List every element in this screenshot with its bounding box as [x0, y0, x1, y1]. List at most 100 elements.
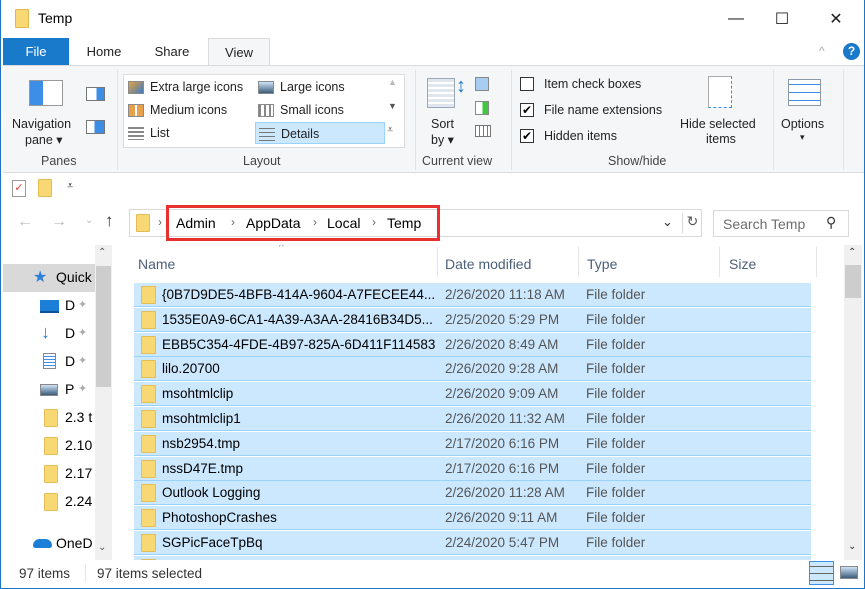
- documents-icon: [43, 353, 56, 369]
- sort-by-label-2: by ▾: [431, 133, 454, 147]
- details-pane-icon[interactable]: [86, 120, 105, 134]
- checkbox-checked[interactable]: ✔: [520, 103, 534, 117]
- forward-button[interactable]: →: [51, 213, 67, 231]
- file-row[interactable]: nssD47E.tmp 2/17/2020 6:16 PM File folder: [134, 456, 811, 481]
- file-row[interactable]: msohtmlclip1 2/26/2020 11:32 AM File folde…: [134, 407, 811, 431]
- tab-share[interactable]: Share: [141, 38, 203, 65]
- tab-file[interactable]: File: [3, 38, 69, 65]
- recent-locations-button[interactable]: ⌄: [85, 215, 93, 226]
- nav-item-documents[interactable]: D ✦: [3, 348, 95, 376]
- quick-access-star-icon: ★: [33, 269, 48, 286]
- nav-item-folder[interactable]: 2.10: [3, 432, 95, 460]
- column-divider[interactable]: [719, 247, 720, 277]
- nav-item-downloads[interactable]: ↓ D ✦: [3, 320, 95, 348]
- column-header-date-modified[interactable]: Date modified: [445, 249, 531, 279]
- scroll-down-arrow[interactable]: ⌄: [98, 542, 106, 553]
- details-view-toggle[interactable]: [809, 561, 834, 585]
- window-title: Temp: [38, 10, 73, 26]
- nav-item-quick-access[interactable]: ★ Quick: [3, 264, 95, 292]
- layout-small-icons[interactable]: Small icons: [258, 99, 344, 121]
- sort-arrows-icon: ↕: [456, 75, 466, 97]
- nav-item-label: D: [65, 353, 76, 369]
- refresh-icon[interactable]: ↻: [682, 213, 702, 233]
- collapse-ribbon-button[interactable]: ^: [819, 44, 825, 58]
- layout-list[interactable]: List: [128, 122, 169, 144]
- help-icon[interactable]: ?: [843, 43, 860, 60]
- navigation-pane-icon: [29, 80, 63, 106]
- nav-item-desktop[interactable]: D ✦: [3, 292, 95, 320]
- file-row[interactable]: Outlook Logging 2/26/2020 11:28 AM File fo…: [134, 481, 811, 506]
- file-row[interactable]: SGPicFaceTpBq 2/24/2020 5:47 PM File folde…: [134, 531, 811, 555]
- customize-toolbar-icon[interactable]: ⩡: [67, 180, 73, 193]
- tab-view[interactable]: View: [208, 38, 270, 65]
- scroll-thumb[interactable]: [96, 266, 111, 387]
- file-row[interactable]: msohtmlclip 2/26/2020 9:09 AM File folder: [134, 382, 811, 407]
- column-header-type[interactable]: Type: [587, 249, 617, 279]
- nav-item-folder[interactable]: 2.17: [3, 460, 95, 488]
- address-dropdown-icon[interactable]: ⌄: [662, 214, 673, 230]
- file-type: File folder: [586, 535, 646, 550]
- scroll-up-arrow[interactable]: ⌃: [848, 247, 856, 258]
- layout-label: List: [150, 126, 170, 140]
- layout-medium-icons[interactable]: Medium icons: [128, 99, 227, 121]
- layout-extra-large-icons[interactable]: Extra large icons: [128, 76, 243, 98]
- column-divider[interactable]: [578, 247, 579, 277]
- checkbox-checked[interactable]: ✔: [520, 129, 534, 143]
- layout-details[interactable]: Details: [255, 122, 385, 144]
- file-row[interactable]: PhotoshopCrashes 2/26/2020 9:11 AM File fo…: [134, 506, 811, 531]
- file-date-modified: 2/26/2020 9:11 AM: [445, 510, 558, 526]
- scroll-thumb[interactable]: [845, 265, 861, 298]
- file-row[interactable]: 1535E0A9-6CA1-4A39-A3AA-28416B34D5... 2/2…: [134, 307, 811, 332]
- preview-pane-icon[interactable]: [86, 87, 105, 101]
- scroll-up-arrow[interactable]: ⌃: [98, 247, 106, 258]
- nav-item-label: 2.3 t: [65, 409, 93, 425]
- navigation-pane-scrollbar[interactable]: ⌃ ⌄: [95, 245, 112, 560]
- nav-item-folder[interactable]: 2.24: [3, 488, 95, 516]
- column-header-name[interactable]: Name: [138, 249, 175, 279]
- tab-home[interactable]: Home: [73, 38, 135, 65]
- gallery-expand[interactable]: ⩡: [387, 124, 393, 137]
- nav-item-folder[interactable]: 2.3 t: [3, 404, 95, 432]
- large-icons-view-toggle[interactable]: [840, 566, 858, 579]
- minimize-button[interactable]: —: [713, 0, 759, 38]
- group-by-button[interactable]: [475, 77, 489, 91]
- pin-icon: ✦: [78, 383, 88, 395]
- checkbox-unchecked[interactable]: [520, 77, 534, 91]
- file-row[interactable]: EBB5C354-4FDE-4B97-825A-6D411F114583 2/26…: [134, 332, 811, 357]
- file-row[interactable]: lilo.20700 2/26/2020 9:28 AM File folder: [134, 357, 811, 382]
- file-row[interactable]: {0B7D9DE5-4BFB-414A-9604-A7FECEE44... 2/2…: [134, 283, 811, 307]
- maximize-button[interactable]: ☐: [759, 0, 805, 38]
- column-divider[interactable]: [437, 247, 438, 277]
- file-list-scrollbar[interactable]: ⌃ ⌄: [844, 245, 862, 560]
- scroll-down-arrow[interactable]: ⌄: [848, 541, 856, 552]
- up-button[interactable]: ↑: [105, 211, 114, 231]
- current-view-group-label: Current view: [422, 154, 493, 168]
- nav-item-onedrive[interactable]: OneD: [3, 530, 95, 558]
- selected-count: 97 items selected: [97, 566, 203, 581]
- search-box[interactable]: Search Temp ⚲: [713, 210, 849, 237]
- size-columns-to-fit-button[interactable]: [475, 125, 491, 137]
- gallery-scroll-down[interactable]: ▼: [388, 101, 397, 111]
- gallery-scroll-up[interactable]: ▲: [388, 77, 397, 87]
- search-input[interactable]: Search Temp: [723, 216, 805, 232]
- layout-large-icons[interactable]: Large icons: [258, 76, 345, 98]
- layout-label: Extra large icons: [150, 80, 244, 94]
- nav-item-pictures[interactable]: P ✦: [3, 376, 95, 404]
- breadcrumb-separator: ›: [158, 215, 162, 229]
- column-divider[interactable]: [816, 247, 817, 277]
- add-columns-button[interactable]: [475, 101, 489, 115]
- folder-icon: [44, 493, 58, 511]
- column-header-size[interactable]: Size: [729, 249, 756, 279]
- nav-item-label: D: [65, 297, 76, 313]
- file-type: File folder: [586, 485, 646, 501]
- navigation-pane-label-2: pane ▾: [25, 133, 63, 147]
- back-button[interactable]: ←: [17, 213, 33, 231]
- explorer-window: Temp — ☐ ✕ File Home Share View ^ ? Navi…: [0, 0, 865, 589]
- new-folder-icon[interactable]: [38, 179, 52, 197]
- properties-icon[interactable]: ✓: [12, 180, 26, 197]
- search-icon: ⚲: [826, 214, 837, 230]
- file-name: nsb2954.tmp: [162, 435, 241, 451]
- file-row[interactable]: nsb2954.tmp 2/17/2020 6:16 PM File folder: [134, 431, 811, 456]
- close-button[interactable]: ✕: [813, 0, 859, 38]
- onedrive-cloud-icon: [33, 539, 52, 548]
